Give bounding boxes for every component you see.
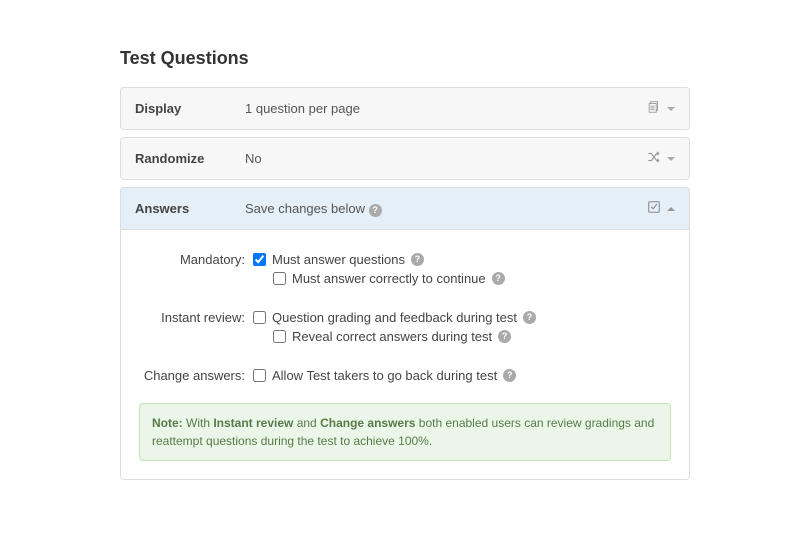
panel-display: Display 1 question per page bbox=[120, 87, 690, 130]
mandatory-opt1: Must answer questions ? bbox=[253, 252, 671, 267]
mandatory-opt2-label: Must answer correctly to continue bbox=[292, 271, 486, 286]
checkbox-must-answer[interactable] bbox=[253, 253, 266, 266]
panel-answers-value: Save changes below ? bbox=[245, 201, 647, 217]
row-mandatory-label: Mandatory: bbox=[139, 252, 253, 290]
note-prefix: Note: bbox=[152, 416, 183, 430]
page-title: Test Questions bbox=[120, 48, 690, 69]
row-change-answers: Change answers: Allow Test takers to go … bbox=[139, 368, 671, 387]
help-icon[interactable]: ? bbox=[369, 204, 382, 217]
help-icon[interactable]: ? bbox=[492, 272, 505, 285]
panel-randomize: Randomize No bbox=[120, 137, 690, 180]
panel-randomize-label: Randomize bbox=[135, 151, 245, 166]
help-icon[interactable]: ? bbox=[411, 253, 424, 266]
panel-answers-header[interactable]: Answers Save changes below ? bbox=[121, 188, 689, 229]
note-part1: With bbox=[183, 416, 214, 430]
checkbox-reveal-answers[interactable] bbox=[273, 330, 286, 343]
change-answers-opt1-label: Allow Test takers to go back during test bbox=[272, 368, 497, 383]
checkbox-must-answer-correctly[interactable] bbox=[273, 272, 286, 285]
mandatory-opt1-label: Must answer questions bbox=[272, 252, 405, 267]
help-icon[interactable]: ? bbox=[523, 311, 536, 324]
panel-answers: Answers Save changes below ? Mandatory: … bbox=[120, 187, 690, 480]
checkbox-grading-feedback[interactable] bbox=[253, 311, 266, 324]
note-term1: Instant review bbox=[213, 416, 293, 430]
row-instant-review: Instant review: Question grading and fee… bbox=[139, 310, 671, 348]
mandatory-opt2: Must answer correctly to continue ? bbox=[273, 271, 671, 286]
panel-display-value: 1 question per page bbox=[245, 101, 647, 116]
panel-answers-body: Mandatory: Must answer questions ? Must … bbox=[121, 229, 689, 479]
help-icon[interactable]: ? bbox=[498, 330, 511, 343]
instant-review-opt1: Question grading and feedback during tes… bbox=[253, 310, 671, 325]
note-term2: Change answers bbox=[320, 416, 415, 430]
row-change-answers-label: Change answers: bbox=[139, 368, 253, 387]
help-icon[interactable]: ? bbox=[503, 369, 516, 382]
change-answers-opt1: Allow Test takers to go back during test… bbox=[253, 368, 671, 383]
panel-randomize-header[interactable]: Randomize No bbox=[121, 138, 689, 179]
checkbox-icon bbox=[647, 200, 661, 217]
shuffle-icon bbox=[647, 150, 661, 167]
chevron-up-icon bbox=[667, 207, 675, 211]
row-instant-review-label: Instant review: bbox=[139, 310, 253, 348]
chevron-down-icon bbox=[667, 107, 675, 111]
panel-answers-label: Answers bbox=[135, 201, 245, 216]
note-part2: and bbox=[293, 416, 320, 430]
pages-icon bbox=[647, 100, 661, 117]
panel-answers-value-text: Save changes below bbox=[245, 201, 365, 216]
instant-review-opt2-label: Reveal correct answers during test bbox=[292, 329, 492, 344]
checkbox-allow-go-back[interactable] bbox=[253, 369, 266, 382]
instant-review-opt2: Reveal correct answers during test ? bbox=[273, 329, 671, 344]
panel-display-label: Display bbox=[135, 101, 245, 116]
panel-display-header[interactable]: Display 1 question per page bbox=[121, 88, 689, 129]
note-box: Note: With Instant review and Change ans… bbox=[139, 403, 671, 461]
row-mandatory: Mandatory: Must answer questions ? Must … bbox=[139, 252, 671, 290]
panel-randomize-value: No bbox=[245, 151, 647, 166]
chevron-down-icon bbox=[667, 157, 675, 161]
instant-review-opt1-label: Question grading and feedback during tes… bbox=[272, 310, 517, 325]
